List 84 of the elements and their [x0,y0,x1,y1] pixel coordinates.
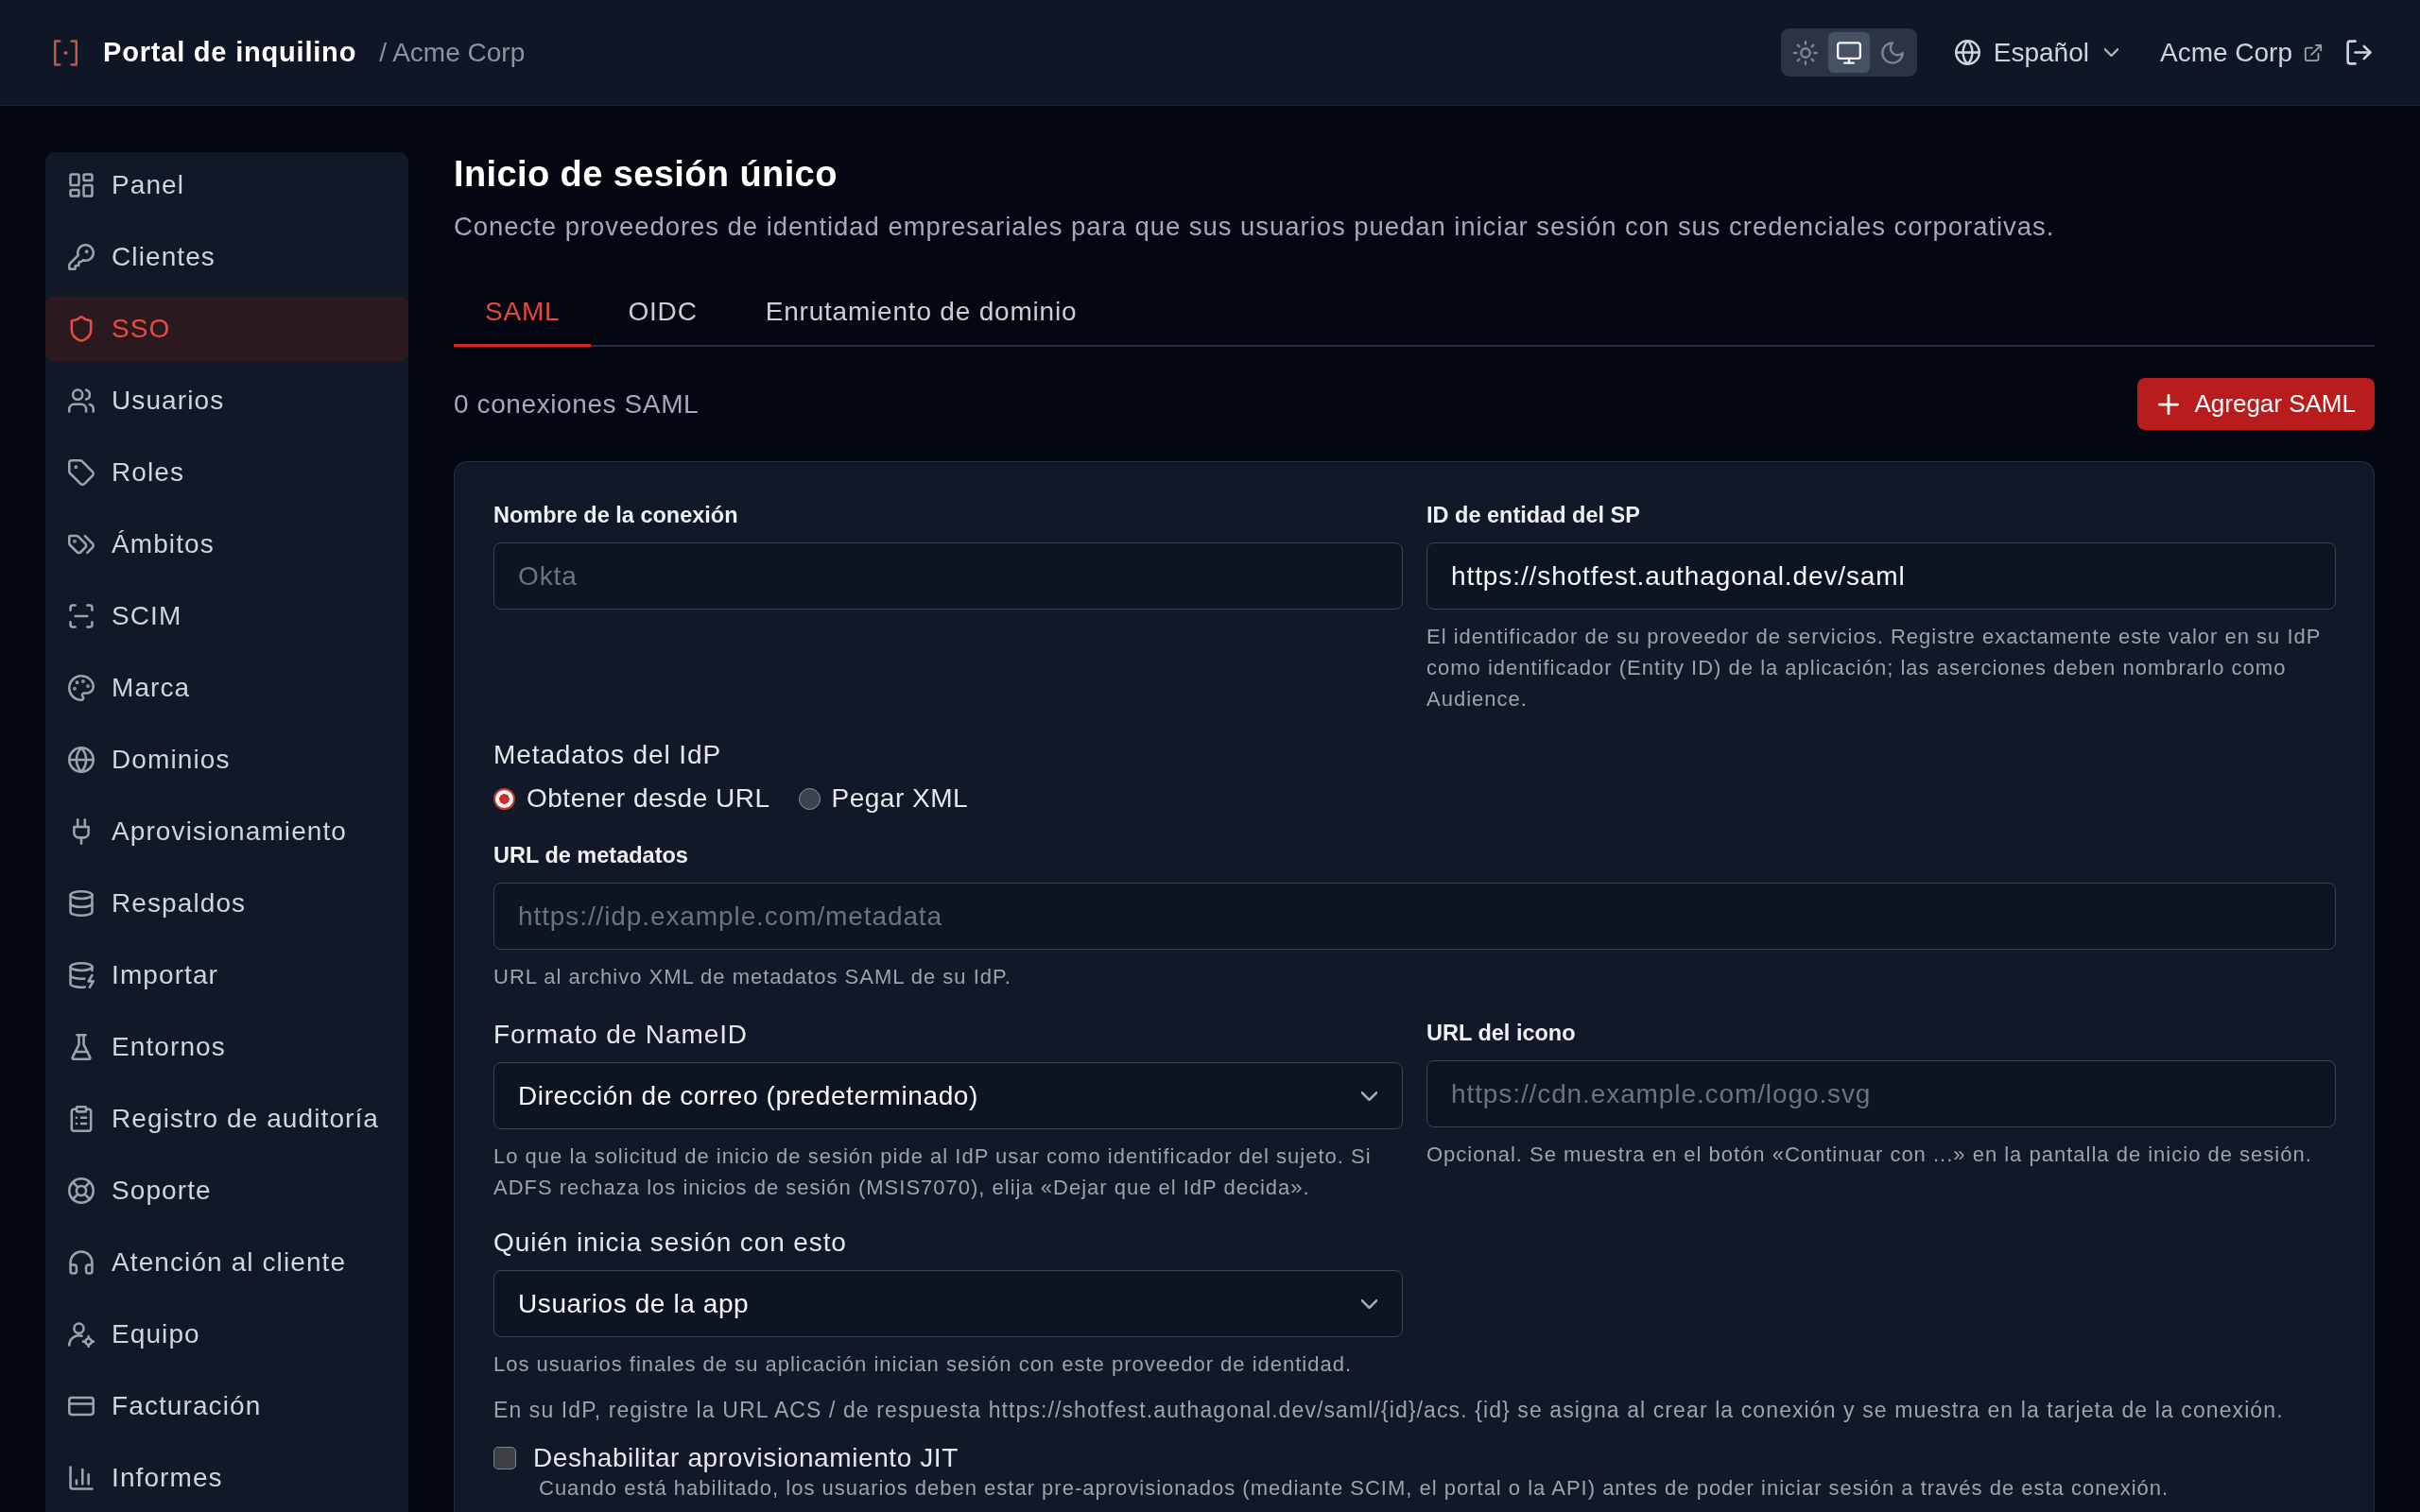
field-label: Metadatos del IdP [493,739,722,771]
tag-icon [68,459,95,486]
checkbox-label[interactable]: Deshabilitar aprovisionamiento JIT [533,1442,959,1474]
palette-icon [68,675,95,701]
clipboard-list-icon [68,1106,95,1132]
sun-icon [1792,40,1818,65]
help-text: En su IdP, registre la URL ACS / de respuesta https://shotfest.authagonal.dev/saml/{id}/acs. {id} se asigna al crear la conexión y se muestra en la tarjeta de la conexión. [493,1397,2285,1424]
lifebuoy-icon [68,1177,95,1204]
flask-icon [68,1034,95,1060]
sidebar-item[interactable]: Soporte [45,1158,408,1224]
field-label: ID de entidad del SP [1426,502,1641,529]
globe-icon [1954,40,1980,65]
moon-icon [1879,40,1905,65]
grid-icon [68,172,95,198]
scan-frame-icon [68,603,95,629]
sidebar-item[interactable]: Equipo [45,1301,408,1367]
sidebar-item[interactable]: Panel [45,152,408,218]
theme-button[interactable] [1827,32,1870,73]
help-text: Lo que la solicitud de inicio de sesión pide al IdP usar como identificador del sujeto. Si ADFS rechaza los inicios de sesión (MSIS7070), elija «Dejar que el IdP decida». [493,1143,1373,1201]
radio-label[interactable]: Obtener desde URL [527,782,770,815]
sidebar-item[interactable]: Registro de auditoría [45,1086,408,1152]
radio-button[interactable] [798,787,821,810]
bar-chart-icon [68,1465,95,1491]
input-field[interactable]: Okta [493,542,1403,610]
checkbox[interactable] [493,1447,516,1469]
sidebar-item[interactable]: Facturación [45,1373,408,1439]
sidebar-item[interactable]: SCIM [45,583,408,649]
logout-button[interactable] [2345,39,2373,66]
input-field[interactable]: https://idp.example.com/metadata [493,883,2336,950]
field-label: URL de metadatos [493,842,689,869]
monitor-icon [1836,40,1861,65]
radio-button[interactable] [493,787,515,810]
sidebar-item[interactable]: Atención al cliente [45,1229,408,1296]
input-field[interactable]: https://shotfest.authagonal.dev/saml [1426,542,2336,610]
field-label: Quién inicia sesión con esto [493,1227,848,1259]
sidebar-item[interactable]: SSO [45,296,408,362]
radio-label[interactable]: Pegar XML [831,782,969,815]
sidebar-item[interactable]: Clientes [45,224,408,290]
help-text: Cuando está habilitado, los usuarios deben estar pre-aprovisionados (mediante SCIM, el portal o la API) antes de poder iniciar sesión a través de esta conexión. [538,1476,2170,1501]
connection-count: 0 conexiones SAML [454,388,700,420]
tab[interactable]: SAML [454,281,592,347]
help-text: El identificador de su proveedor de servicios. Registre exactamente este valor en su IdP como identificador (Entity ID) de la aplicación; las aserciones deben nombrarlo como Audience. [1426,624,2323,713]
sidebar-item[interactable]: Respaldos [45,870,408,936]
chevron-down-icon [1361,1298,1377,1309]
external-link-icon [2304,43,2323,62]
select-field[interactable]: Usuarios de la app [493,1270,1403,1337]
sidebar-item[interactable]: Entornos [45,1014,408,1080]
app-title: Portal de inquilino [103,37,357,68]
sidebar-item[interactable]: Importar [45,942,408,1008]
database-icon [68,890,95,917]
page-title: Inicio de sesión único [454,153,838,196]
field-label: Nombre de la conexión [493,502,739,529]
chevron-down-icon [2103,48,2118,57]
sidebar-item[interactable]: Marca [45,655,408,721]
language-selector[interactable]: Español [1954,37,2118,68]
help-text: Los usuarios finales de su aplicación inician sesión con este proveedor de identidad. [493,1351,1354,1378]
sidebar-item[interactable]: Aprovisionamiento [45,799,408,865]
field-label: Formato de NameID [493,1019,749,1051]
database-bolt-icon [68,962,95,988]
account-link[interactable]: Acme Corp [2159,37,2323,68]
sidebar-item[interactable]: Roles [45,439,408,506]
sidebar-item[interactable]: Dominios [45,727,408,793]
plus-icon [2158,393,2180,415]
tab[interactable]: Enrutamiento de dominio [734,281,1109,347]
shield-icon [68,316,95,342]
sidebar-item[interactable]: Ámbitos [45,511,408,577]
add-saml-button[interactable]: Agregar SAML [2137,378,2375,430]
chevron-down-icon [1361,1091,1377,1101]
sidebar-item[interactable]: Usuarios [45,368,408,434]
help-text: Opcional. Se muestra en el botón «Continuar con ...» en la pantalla de inicio de sesión. [1426,1142,2313,1168]
tab[interactable]: OIDC [596,281,729,347]
help-text: URL al archivo XML de metadatos SAML de su IdP. [493,964,1012,990]
page-subtitle: Conecte proveedores de identidad empresariales para que sus usuarios puedan iniciar sesión con sus credenciales corporativas. [454,211,2056,243]
globe-icon [68,747,95,773]
users-icon [68,387,95,414]
logout-icon [2345,39,2373,66]
key-icon [68,244,95,270]
sidebar-item[interactable]: Informes [45,1445,408,1511]
headset-icon [68,1249,95,1276]
user-gear-icon [68,1321,95,1348]
select-field[interactable]: Dirección de correo (predeterminado) [493,1062,1403,1129]
field-label: URL del icono [1426,1020,1577,1047]
input-field[interactable]: https://cdn.example.com/logo.svg [1426,1060,2336,1127]
tenant-name: / Acme Corp [379,37,526,68]
